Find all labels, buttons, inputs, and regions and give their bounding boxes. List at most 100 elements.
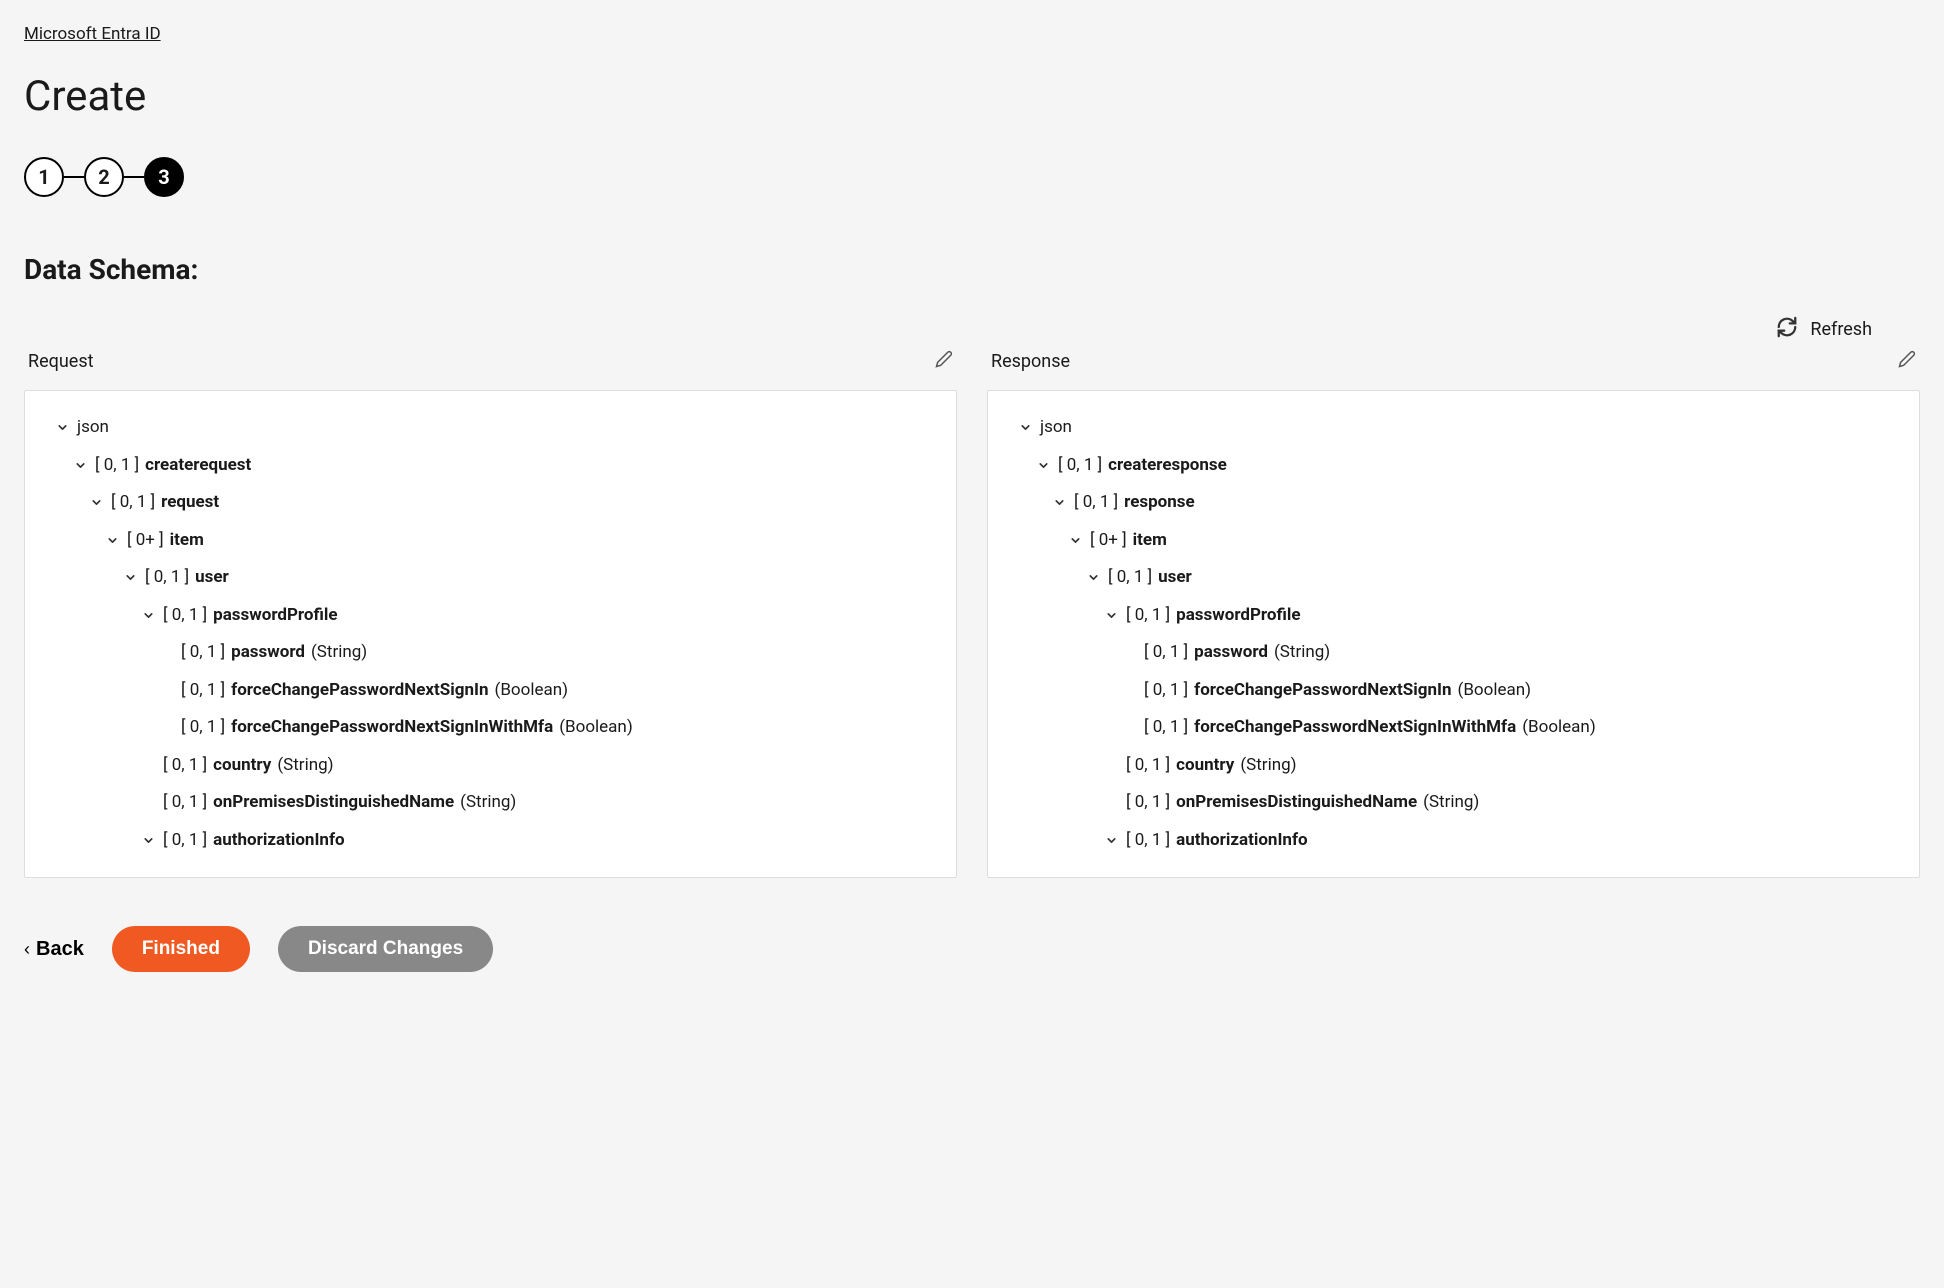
- tree-node[interactable]: [ 0, 1 ] authorizationInfo: [35, 822, 946, 860]
- tree-node[interactable]: [ 0, 1 ] user: [998, 559, 1909, 597]
- tree-node[interactable]: json: [35, 409, 946, 447]
- tree-node[interactable]: [ 0, 1 ] authorizationInfo: [998, 822, 1909, 860]
- field-name: user: [1158, 565, 1192, 591]
- tree-node[interactable]: [ 0, 1 ] request: [35, 484, 946, 522]
- section-title: Data Schema:: [24, 253, 1920, 286]
- field-name: forceChangePasswordNextSignIn: [1194, 678, 1451, 704]
- field-type: (String): [277, 753, 333, 779]
- field-type: (String): [1274, 640, 1330, 666]
- field-name: user: [195, 565, 229, 591]
- cardinality: [ 0, 1 ]: [163, 603, 207, 629]
- tree-node: [ 0, 1 ] password (String): [998, 634, 1909, 672]
- response-panel-title: Response: [991, 351, 1070, 372]
- chevron-down-icon[interactable]: [1034, 459, 1052, 472]
- cardinality: [ 0, 1 ]: [95, 453, 139, 479]
- cardinality: [ 0, 1 ]: [181, 640, 225, 666]
- tree-node[interactable]: [ 0, 1 ] passwordProfile: [998, 597, 1909, 635]
- tree-node: [ 0, 1 ] password (String): [35, 634, 946, 672]
- chevron-down-icon[interactable]: [139, 609, 157, 622]
- cardinality: [ 0, 1 ]: [181, 715, 225, 741]
- discard-changes-button[interactable]: Discard Changes: [278, 926, 493, 972]
- tree-node: [ 0, 1 ] country (String): [35, 747, 946, 785]
- field-name: json: [77, 415, 109, 441]
- tree-node[interactable]: [ 0, 1 ] response: [998, 484, 1909, 522]
- chevron-down-icon[interactable]: [53, 421, 71, 434]
- tree-node[interactable]: [ 0, 1 ] passwordProfile: [35, 597, 946, 635]
- cardinality: [ 0+ ]: [1090, 528, 1127, 554]
- cardinality: [ 0, 1 ]: [1126, 828, 1170, 854]
- step-connector: [124, 176, 144, 178]
- request-tree: json[ 0, 1 ] createrequest[ 0, 1 ] reque…: [24, 390, 957, 878]
- edit-icon[interactable]: [935, 350, 953, 372]
- tree-node: [ 0, 1 ] onPremisesDistinguishedName (St…: [35, 784, 946, 822]
- tree-node: [ 0, 1 ] forceChangePasswordNextSignInWi…: [35, 709, 946, 747]
- field-name: authorizationInfo: [1176, 828, 1308, 854]
- step-connector: [64, 176, 84, 178]
- finished-button[interactable]: Finished: [112, 926, 250, 972]
- field-type: (Boolean): [495, 678, 569, 704]
- cardinality: [ 0+ ]: [127, 528, 164, 554]
- chevron-down-icon[interactable]: [103, 534, 121, 547]
- chevron-down-icon[interactable]: [1016, 421, 1034, 434]
- chevron-down-icon[interactable]: [1066, 534, 1084, 547]
- tree-node[interactable]: json: [998, 409, 1909, 447]
- field-name: passwordProfile: [213, 603, 337, 629]
- refresh-button[interactable]: Refresh: [1810, 319, 1872, 340]
- back-button[interactable]: ‹ Back: [24, 938, 84, 961]
- field-name: request: [161, 490, 219, 516]
- step-2[interactable]: 2: [84, 157, 124, 197]
- tree-node[interactable]: [ 0, 1 ] createrequest: [35, 447, 946, 485]
- chevron-down-icon[interactable]: [87, 496, 105, 509]
- field-name: response: [1124, 490, 1195, 516]
- field-name: item: [170, 528, 204, 554]
- tree-node[interactable]: [ 0, 1 ] createresponse: [998, 447, 1909, 485]
- field-name: onPremisesDistinguishedName: [213, 790, 454, 816]
- cardinality: [ 0, 1 ]: [163, 828, 207, 854]
- field-type: (String): [311, 640, 367, 666]
- chevron-down-icon[interactable]: [1102, 609, 1120, 622]
- field-name: password: [1194, 640, 1268, 666]
- chevron-down-icon[interactable]: [71, 459, 89, 472]
- tree-node[interactable]: [ 0+ ] item: [998, 522, 1909, 560]
- tree-node[interactable]: [ 0+ ] item: [35, 522, 946, 560]
- step-3[interactable]: 3: [144, 157, 184, 197]
- chevron-left-icon: ‹: [24, 939, 30, 960]
- field-name: createresponse: [1108, 453, 1227, 479]
- cardinality: [ 0, 1 ]: [1126, 753, 1170, 779]
- breadcrumb-link[interactable]: Microsoft Entra ID: [24, 24, 161, 44]
- chevron-down-icon[interactable]: [1050, 496, 1068, 509]
- field-name: json: [1040, 415, 1072, 441]
- tree-node: [ 0, 1 ] country (String): [998, 747, 1909, 785]
- response-tree: json[ 0, 1 ] createresponse[ 0, 1 ] resp…: [987, 390, 1920, 878]
- field-type: (Boolean): [1522, 715, 1596, 741]
- step-1[interactable]: 1: [24, 157, 64, 197]
- cardinality: [ 0, 1 ]: [1126, 603, 1170, 629]
- chevron-down-icon[interactable]: [121, 571, 139, 584]
- cardinality: [ 0, 1 ]: [163, 790, 207, 816]
- request-panel-title: Request: [28, 351, 94, 372]
- tree-node[interactable]: [ 0, 1 ] user: [35, 559, 946, 597]
- cardinality: [ 0, 1 ]: [111, 490, 155, 516]
- edit-icon[interactable]: [1898, 350, 1916, 372]
- back-label: Back: [36, 938, 84, 961]
- field-type: (Boolean): [1458, 678, 1532, 704]
- field-type: (String): [1240, 753, 1296, 779]
- tree-node: [ 0, 1 ] forceChangePasswordNextSignIn (…: [998, 672, 1909, 710]
- chevron-down-icon[interactable]: [139, 834, 157, 847]
- cardinality: [ 0, 1 ]: [1058, 453, 1102, 479]
- field-type: (String): [1423, 790, 1479, 816]
- refresh-icon[interactable]: [1776, 316, 1798, 342]
- chevron-down-icon[interactable]: [1102, 834, 1120, 847]
- field-name: forceChangePasswordNextSignIn: [231, 678, 488, 704]
- field-name: onPremisesDistinguishedName: [1176, 790, 1417, 816]
- cardinality: [ 0, 1 ]: [1144, 640, 1188, 666]
- cardinality: [ 0, 1 ]: [1074, 490, 1118, 516]
- cardinality: [ 0, 1 ]: [181, 678, 225, 704]
- field-type: (String): [460, 790, 516, 816]
- cardinality: [ 0, 1 ]: [1144, 678, 1188, 704]
- cardinality: [ 0, 1 ]: [1126, 790, 1170, 816]
- cardinality: [ 0, 1 ]: [163, 753, 207, 779]
- chevron-down-icon[interactable]: [1084, 571, 1102, 584]
- field-name: item: [1133, 528, 1167, 554]
- field-name: passwordProfile: [1176, 603, 1300, 629]
